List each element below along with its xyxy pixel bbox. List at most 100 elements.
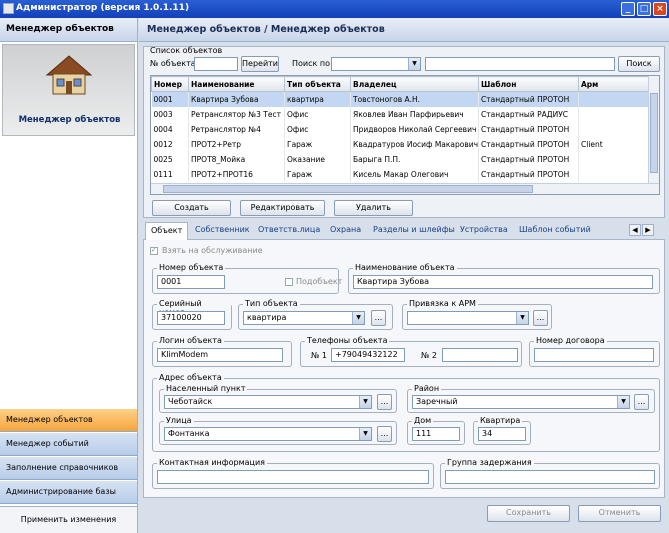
vertical-scrollbar[interactable] <box>648 76 659 184</box>
table-row[interactable]: 0025 ПРОТ8_Мойка Оказание Барыга П.П. Станда… <box>151 151 650 167</box>
table-cell: 0004 <box>151 121 189 137</box>
take-service-checkbox[interactable]: ✓ <box>150 246 158 255</box>
tab-devices[interactable]: Устройства <box>460 225 508 234</box>
search-button[interactable]: Поиск <box>618 56 660 72</box>
locality-browse-button[interactable]: ... <box>377 394 392 410</box>
chevron-down-icon[interactable]: ▼ <box>359 396 371 408</box>
flat-input[interactable]: 34 <box>478 427 526 441</box>
minimize-icon[interactable]: _ <box>621 2 635 16</box>
table-row[interactable]: 0001 Квартира Зубова квартира Товстоногов А… <box>151 91 650 107</box>
cancel-button[interactable]: Отменить <box>578 505 661 522</box>
table-cell: квартира <box>284 91 351 107</box>
apply-changes-button[interactable]: Применить изменения <box>0 506 137 533</box>
locality-label: Населенный пункт <box>164 384 248 393</box>
edit-button[interactable]: Редактировать <box>240 200 325 216</box>
search-input[interactable] <box>425 57 615 71</box>
sidebar-card[interactable]: Менеджер объектов <box>2 44 135 136</box>
street-select[interactable]: Фонтанка ▼ <box>164 427 372 441</box>
scroll-thumb[interactable] <box>163 185 533 193</box>
phone1-input[interactable]: +79049432122 <box>331 348 405 362</box>
col-header[interactable]: Тип объекта <box>284 76 351 92</box>
table-cell: 0003 <box>151 106 189 122</box>
tab-scroll-right-icon[interactable]: ▶ <box>642 224 654 236</box>
chevron-down-icon[interactable]: ▼ <box>516 312 528 324</box>
page-title: Менеджер объектов / Менеджер объектов <box>139 18 669 42</box>
table-cell: Квартира Зубова <box>188 91 285 107</box>
phone1-label: № 1 <box>311 351 327 360</box>
arm-select[interactable]: ▼ <box>407 311 529 325</box>
table-cell: 0025 <box>151 151 189 167</box>
table-cell: Стандартный РАДИУС <box>478 106 579 122</box>
street-browse-button[interactable]: ... <box>377 426 392 442</box>
sidebar-item-objects[interactable]: Менеджер объектов <box>0 408 137 432</box>
district-select[interactable]: Заречный ▼ <box>412 395 630 409</box>
col-header[interactable]: Владелец <box>350 76 479 92</box>
goto-button[interactable]: Перейти <box>241 56 279 72</box>
tab-event-template[interactable]: Шаблон событий <box>519 225 591 234</box>
delay-group-input[interactable] <box>445 470 655 484</box>
arm-browse-button[interactable]: ... <box>533 310 548 326</box>
object-number-input[interactable]: 0001 <box>157 275 225 289</box>
save-button[interactable]: Сохранить <box>487 505 570 522</box>
locality-select[interactable]: Чеботайск ▼ <box>164 395 372 409</box>
district-box: Район Заречный ▼ ... <box>407 384 655 413</box>
type-box: Тип объекта квартира ▼ ... <box>238 299 393 330</box>
chevron-down-icon[interactable]: ▼ <box>617 396 629 408</box>
contract-label: Номер договора <box>534 336 607 345</box>
table-cell: Стандартный ПРОТОН <box>478 136 579 152</box>
tab-owner[interactable]: Собственник <box>195 225 250 234</box>
col-header[interactable]: Наименование <box>188 76 285 92</box>
tab-scroll-left-icon[interactable]: ◀ <box>629 224 641 236</box>
chevron-down-icon[interactable]: ▼ <box>359 428 371 440</box>
table-cell: Придворов Николай Сергеевич <box>350 121 479 137</box>
create-button[interactable]: Создать <box>152 200 231 216</box>
type-browse-button[interactable]: ... <box>371 310 386 326</box>
sidebar-item-db-admin[interactable]: Администрирование базы <box>0 480 137 504</box>
object-name-input[interactable]: Квартира Зубова <box>353 275 653 289</box>
table-row[interactable]: 0012 ПРОТ2+Ретр Гараж Квадратуров Иосиф Мак… <box>151 136 650 152</box>
delete-button[interactable]: Удалить <box>334 200 413 216</box>
close-icon[interactable]: × <box>653 2 667 16</box>
phones-box: Телефоны объекта № 1 +79049432122 № 2 <box>300 336 522 367</box>
house-input[interactable]: 111 <box>412 427 460 441</box>
table-cell <box>578 151 650 167</box>
contact-input[interactable] <box>157 470 429 484</box>
serial-input[interactable]: 37100020 <box>157 311 225 325</box>
phone2-input[interactable] <box>442 348 518 362</box>
table-cell: Гараж <box>284 166 351 182</box>
table-row[interactable]: 0111 ПРОТ2+ПРОТ16 Гараж Кисель Макар Олегов… <box>151 166 650 182</box>
table-cell: Кисель Макар Олегович <box>350 166 479 182</box>
object-no-label: № объекта <box>150 59 196 68</box>
scroll-thumb[interactable] <box>650 93 658 173</box>
sidebar-item-events[interactable]: Менеджер событий <box>0 432 137 456</box>
table-row[interactable]: 0003 Ретранслятор №3 Тест Офис Яковлев Иван… <box>151 106 650 122</box>
street-box: Улица Фонтанка ▼ ... <box>159 416 397 445</box>
sidebar-item-dictionaries[interactable]: Заполнение справочников <box>0 456 137 480</box>
house-box: Дом 111 <box>407 416 465 445</box>
horizontal-scrollbar[interactable] <box>151 183 659 194</box>
col-header[interactable]: Арм <box>578 76 650 92</box>
login-input[interactable]: KlimModem <box>157 348 283 362</box>
sidebar: Менеджер объектов Менеджер объектов Мене… <box>0 18 138 533</box>
search-by-select[interactable]: ▼ <box>331 57 421 71</box>
object-no-input[interactable] <box>194 57 238 71</box>
object-list-title: Список объектов <box>150 46 223 55</box>
subobject-checkbox[interactable] <box>285 278 293 286</box>
contract-input[interactable] <box>534 348 654 362</box>
tab-responsible[interactable]: Ответств.лица <box>258 225 320 234</box>
sidebar-header: Менеджер объектов <box>0 18 137 42</box>
chevron-down-icon[interactable]: ▼ <box>352 312 364 324</box>
table-cell: Офис <box>284 106 351 122</box>
tab-sections[interactable]: Разделы и шлейфы <box>373 225 455 234</box>
chevron-down-icon[interactable]: ▼ <box>408 58 420 70</box>
col-header[interactable]: Номер <box>151 76 189 92</box>
maximize-icon[interactable]: □ <box>637 2 651 16</box>
tab-object[interactable]: Объект <box>145 222 189 240</box>
table-cell <box>578 91 650 107</box>
type-select[interactable]: квартира ▼ <box>243 311 365 325</box>
table-row[interactable]: 0004 Ретранслятор №4 Офис Придворов Николай… <box>151 121 650 137</box>
col-header[interactable]: Шаблон <box>478 76 579 92</box>
tab-security[interactable]: Охрана <box>330 225 361 234</box>
district-browse-button[interactable]: ... <box>634 394 649 410</box>
login-label: Логин объекта <box>157 336 224 345</box>
